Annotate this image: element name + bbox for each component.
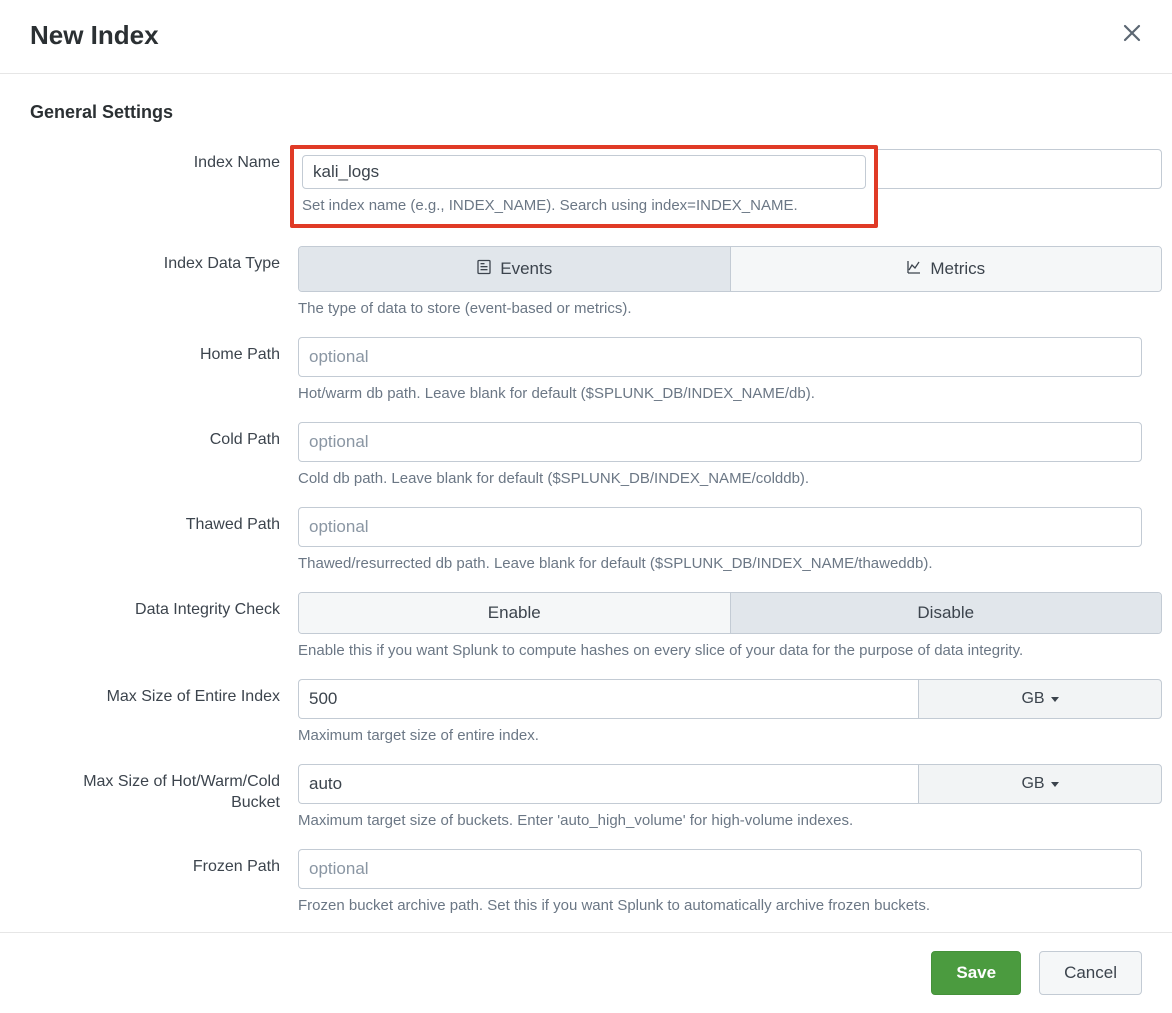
label-home-path: Home Path: [30, 337, 298, 366]
label-index-name: Index Name: [30, 145, 298, 174]
label-data-type: Index Data Type: [30, 246, 298, 275]
dialog-title: New Index: [30, 20, 159, 51]
integrity-disable-label: Disable: [917, 603, 974, 623]
label-frozen-path: Frozen Path: [30, 849, 298, 878]
max-index-size-unit-dropdown[interactable]: GB: [918, 679, 1162, 719]
chevron-down-icon: [1051, 697, 1059, 702]
metrics-icon: [906, 259, 922, 280]
label-max-bucket-size: Max Size of Hot/Warm/Cold Bucket: [30, 764, 298, 814]
hint-max-bucket-size: Maximum target size of buckets. Enter 'a…: [298, 810, 1142, 831]
dialog-header: New Index: [0, 0, 1172, 74]
home-path-input[interactable]: [298, 337, 1142, 377]
hint-thawed-path: Thawed/resurrected db path. Leave blank …: [298, 553, 1142, 574]
unit-label: GB: [1021, 690, 1044, 708]
thawed-path-input[interactable]: [298, 507, 1142, 547]
close-icon[interactable]: [1122, 23, 1142, 48]
save-button[interactable]: Save: [931, 951, 1021, 995]
row-index-name: Index Name Set index name (e.g., INDEX_N…: [30, 145, 1142, 228]
section-title: General Settings: [30, 102, 1142, 123]
row-data-type: Index Data Type Events Metrics The type …: [30, 246, 1142, 319]
hint-integrity: Enable this if you want Splunk to comput…: [298, 640, 1142, 661]
row-thawed-path: Thawed Path Thawed/resurrected db path. …: [30, 507, 1142, 574]
row-max-index-size: Max Size of Entire Index GB Maximum targ…: [30, 679, 1142, 746]
integrity-enable-button[interactable]: Enable: [299, 593, 730, 633]
integrity-disable-button[interactable]: Disable: [730, 593, 1162, 633]
hint-cold-path: Cold db path. Leave blank for default ($…: [298, 468, 1142, 489]
label-thawed-path: Thawed Path: [30, 507, 298, 536]
chevron-down-icon: [1051, 782, 1059, 787]
row-max-bucket-size: Max Size of Hot/Warm/Cold Bucket GB Maxi…: [30, 764, 1142, 831]
hint-data-type: The type of data to store (event-based o…: [298, 298, 1142, 319]
integrity-toggle: Enable Disable: [298, 592, 1162, 634]
data-type-metrics-label: Metrics: [930, 259, 985, 279]
data-type-metrics-button[interactable]: Metrics: [730, 247, 1162, 291]
highlight-box: Set index name (e.g., INDEX_NAME). Searc…: [290, 145, 878, 228]
label-cold-path: Cold Path: [30, 422, 298, 451]
hint-index-name: Set index name (e.g., INDEX_NAME). Searc…: [302, 195, 866, 216]
max-bucket-size-input[interactable]: [298, 764, 918, 804]
max-index-size-input[interactable]: [298, 679, 918, 719]
hint-home-path: Hot/warm db path. Leave blank for defaul…: [298, 383, 1142, 404]
label-integrity: Data Integrity Check: [30, 592, 298, 621]
label-max-index-size: Max Size of Entire Index: [30, 679, 298, 708]
cold-path-input[interactable]: [298, 422, 1142, 462]
data-type-events-button[interactable]: Events: [299, 247, 730, 291]
integrity-enable-label: Enable: [488, 603, 541, 623]
data-type-toggle: Events Metrics: [298, 246, 1162, 292]
cancel-button[interactable]: Cancel: [1039, 951, 1142, 995]
row-frozen-path: Frozen Path Frozen bucket archive path. …: [30, 849, 1142, 916]
frozen-path-input[interactable]: [298, 849, 1142, 889]
row-home-path: Home Path Hot/warm db path. Leave blank …: [30, 337, 1142, 404]
row-cold-path: Cold Path Cold db path. Leave blank for …: [30, 422, 1142, 489]
data-type-events-label: Events: [500, 259, 552, 279]
unit-label: GB: [1021, 775, 1044, 793]
hint-max-index-size: Maximum target size of entire index.: [298, 725, 1142, 746]
dialog-body: General Settings Index Name Set index na…: [0, 74, 1172, 932]
row-integrity: Data Integrity Check Enable Disable Enab…: [30, 592, 1142, 661]
index-name-input[interactable]: [302, 155, 866, 189]
events-icon: [476, 259, 492, 280]
max-bucket-size-unit-dropdown[interactable]: GB: [918, 764, 1162, 804]
hint-frozen-path: Frozen bucket archive path. Set this if …: [298, 895, 1142, 916]
